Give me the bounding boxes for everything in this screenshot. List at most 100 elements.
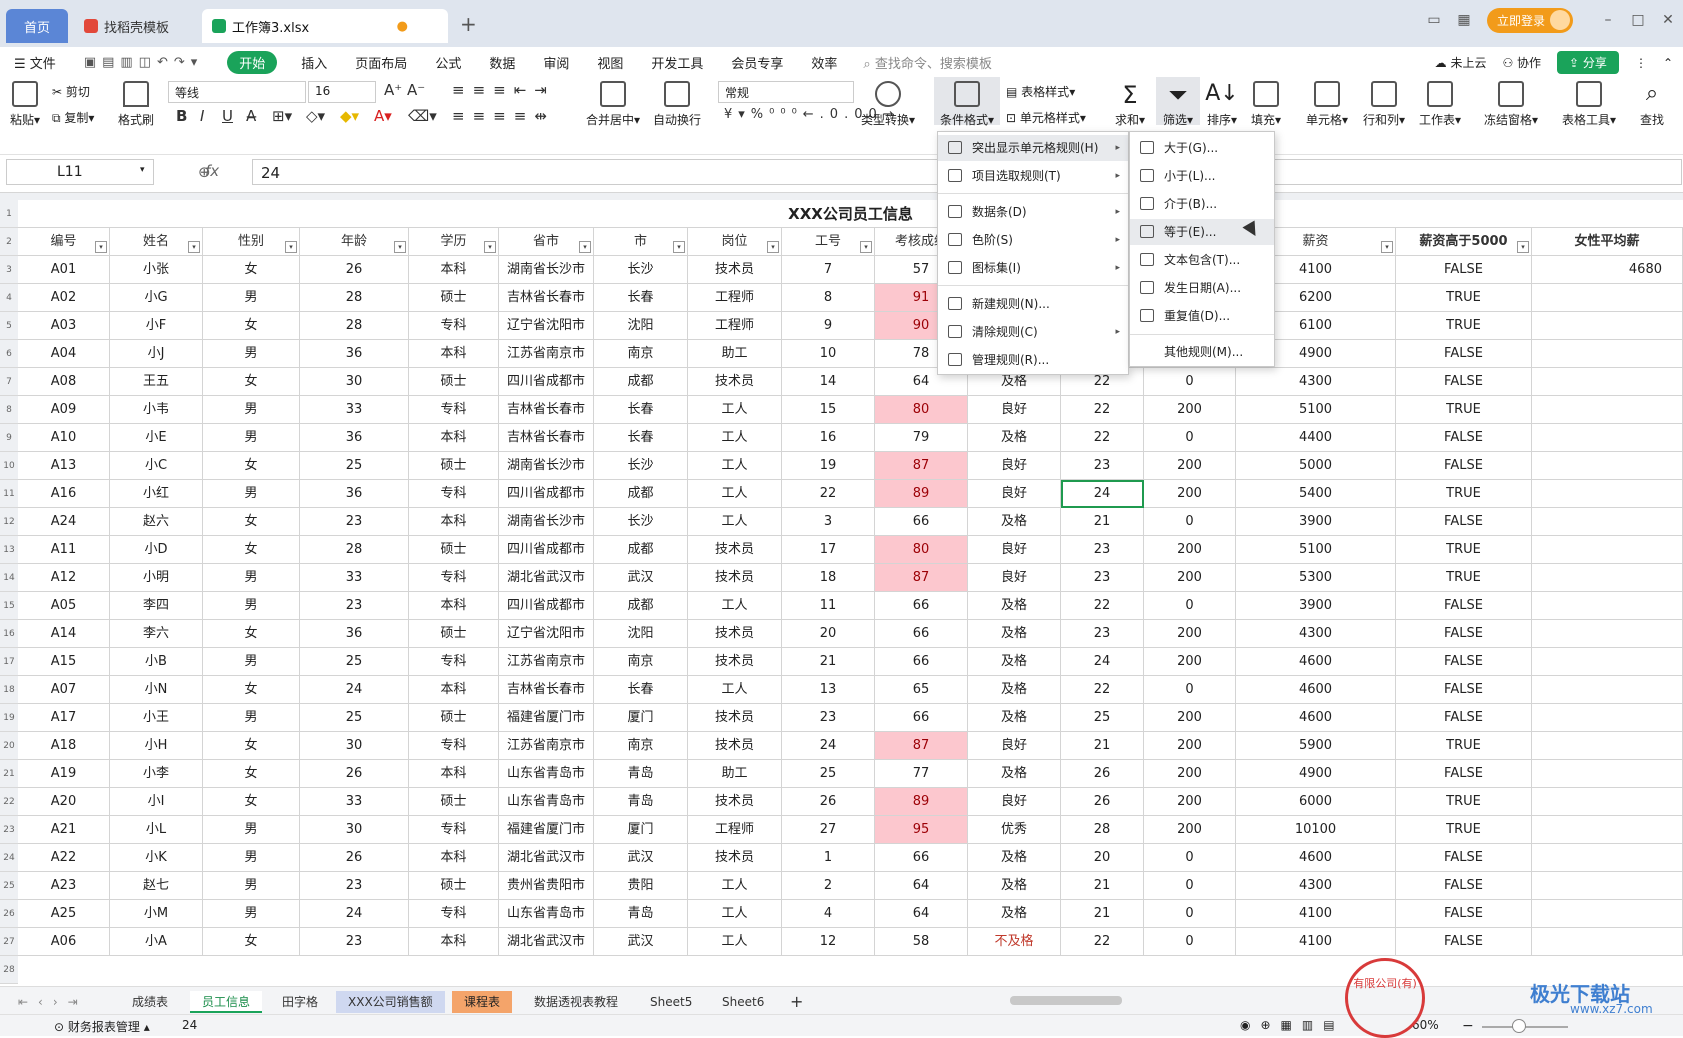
table-cell[interactable]: 66 <box>875 844 968 872</box>
menu-formula[interactable]: 公式 <box>421 53 475 72</box>
table-cell[interactable]: 女 <box>203 732 300 760</box>
menu-color-scales[interactable]: 色阶(S) ▸ <box>938 227 1128 253</box>
tab-home[interactable]: 首页 <box>6 9 68 43</box>
table-cell[interactable]: 4300 <box>1236 620 1396 648</box>
table-cell[interactable]: 11 <box>782 592 875 620</box>
table-cell[interactable]: FALSE <box>1396 872 1532 900</box>
table-cell[interactable]: 专科 <box>409 564 499 592</box>
table-cell[interactable]: 女 <box>203 508 300 536</box>
table-cell[interactable]: 青岛 <box>594 788 688 816</box>
menu-more-rules[interactable]: 其他规则(M)... <box>1130 339 1274 365</box>
menu-date-occurring[interactable]: 发生日期(A)... <box>1130 275 1274 301</box>
table-cell[interactable]: 贵阳 <box>594 872 688 900</box>
table-cell[interactable]: 28 <box>300 284 409 312</box>
table-cell[interactable]: 女 <box>203 928 300 956</box>
row-header[interactable]: 20 <box>0 732 18 760</box>
table-cell[interactable]: 助工 <box>688 340 782 368</box>
table-cell[interactable]: 硕士 <box>409 704 499 732</box>
row-header[interactable]: 23 <box>0 816 18 844</box>
cloud-status[interactable]: ☁ 未上云 <box>1435 54 1487 71</box>
table-cell[interactable]: A12 <box>18 564 110 592</box>
table-cell[interactable]: 23 <box>1061 564 1144 592</box>
table-cell[interactable]: 赵七 <box>110 872 203 900</box>
table-header-cell[interactable]: 年龄 ▾ <box>300 228 409 256</box>
table-cell[interactable]: TRUE <box>1396 788 1532 816</box>
table-cell[interactable]: 21 <box>1061 900 1144 928</box>
name-box[interactable]: L11 <box>6 159 154 185</box>
table-cell[interactable] <box>1532 536 1683 564</box>
table-cell[interactable] <box>1532 340 1683 368</box>
table-cell[interactable]: 工人 <box>688 508 782 536</box>
table-cell[interactable]: 23 <box>300 928 409 956</box>
menu-data[interactable]: 数据 <box>475 53 529 72</box>
font-size-select[interactable]: 16 <box>308 81 376 103</box>
table-cell[interactable]: 4 <box>782 900 875 928</box>
table-cell[interactable]: 长春 <box>594 424 688 452</box>
table-cell[interactable]: 0 <box>1144 844 1236 872</box>
table-cell[interactable]: A18 <box>18 732 110 760</box>
table-cell[interactable]: 66 <box>875 704 968 732</box>
worksheet-button[interactable]: 工作表▾ <box>1414 81 1466 128</box>
table-cell[interactable]: 男 <box>203 844 300 872</box>
zoom-out-icon[interactable]: − <box>1462 1018 1474 1034</box>
table-cell[interactable]: 技术员 <box>688 536 782 564</box>
table-cell[interactable]: 23 <box>300 872 409 900</box>
menu-member[interactable]: 会员专享 <box>717 53 797 72</box>
align-left-icons[interactable]: ≡≡≡≡⇹ <box>452 107 555 125</box>
table-cell[interactable]: A14 <box>18 620 110 648</box>
row-header[interactable]: 8 <box>0 396 18 424</box>
table-cell[interactable]: 23 <box>782 704 875 732</box>
row-col-button[interactable]: 行和列▾ <box>1358 81 1410 128</box>
table-cell[interactable]: 小K <box>110 844 203 872</box>
freeze-panes-button[interactable]: 冻结窗格▾ <box>1478 81 1544 128</box>
table-cell[interactable]: A20 <box>18 788 110 816</box>
table-cell[interactable]: 小F <box>110 312 203 340</box>
row-header[interactable]: 6 <box>0 340 18 368</box>
table-cell[interactable]: 23 <box>1061 452 1144 480</box>
table-cell[interactable]: 36 <box>300 340 409 368</box>
table-cell[interactable]: 四川省成都市 <box>499 592 594 620</box>
table-header-cell[interactable]: 学历 ▾ <box>409 228 499 256</box>
filter-dropdown-icon[interactable]: ▾ <box>95 241 107 253</box>
table-cell[interactable]: 0 <box>1144 900 1236 928</box>
table-cell[interactable]: 专科 <box>409 480 499 508</box>
table-cell[interactable]: 27 <box>782 816 875 844</box>
table-cell[interactable]: 工人 <box>688 872 782 900</box>
more-icon[interactable]: ⋮ <box>1635 56 1647 70</box>
table-cell[interactable]: 30 <box>300 732 409 760</box>
table-cell[interactable]: 男 <box>203 564 300 592</box>
table-cell[interactable]: 4600 <box>1236 648 1396 676</box>
table-cell[interactable]: 及格 <box>968 872 1061 900</box>
table-cell[interactable]: 80 <box>875 396 968 424</box>
table-cell[interactable]: 5100 <box>1236 396 1396 424</box>
font-family-select[interactable]: 等线 <box>168 81 306 103</box>
table-cell[interactable]: 26 <box>782 788 875 816</box>
table-cell[interactable]: 19 <box>782 452 875 480</box>
wrap-text-button[interactable]: 自动换行 <box>648 81 706 128</box>
table-cell[interactable]: FALSE <box>1396 508 1532 536</box>
table-cell[interactable]: 小L <box>110 816 203 844</box>
sheet-tab[interactable]: Sheet6 <box>710 991 776 1013</box>
table-cell[interactable]: 25 <box>782 760 875 788</box>
filter-dropdown-icon[interactable]: ▾ <box>1381 241 1393 253</box>
table-cell[interactable] <box>1532 480 1683 508</box>
table-cell[interactable]: 89 <box>875 788 968 816</box>
filter-dropdown-icon[interactable]: ▾ <box>285 241 297 253</box>
table-cell[interactable]: TRUE <box>1396 536 1532 564</box>
table-cell[interactable]: 男 <box>203 900 300 928</box>
table-cell[interactable]: 湖北省武汉市 <box>499 564 594 592</box>
view-mode-icons[interactable]: ◉⊕▦▥▤ <box>1240 1018 1345 1032</box>
table-cell[interactable]: 0 <box>1144 424 1236 452</box>
menu-manage-rules[interactable]: 管理规则(R)... <box>938 347 1128 373</box>
table-cell[interactable]: 李四 <box>110 592 203 620</box>
table-cell[interactable]: 成都 <box>594 592 688 620</box>
table-cell[interactable]: 小C <box>110 452 203 480</box>
table-cell[interactable] <box>1532 732 1683 760</box>
table-cell[interactable]: 7 <box>782 256 875 284</box>
table-cell[interactable]: 66 <box>875 592 968 620</box>
font-color-icon[interactable]: A▾ <box>374 107 392 125</box>
sheet-nav-arrows[interactable]: ⇤‹›⇥ <box>6 991 100 1013</box>
table-cell[interactable]: 专科 <box>409 816 499 844</box>
table-cell[interactable]: 95 <box>875 816 968 844</box>
table-cell[interactable]: 沈阳 <box>594 620 688 648</box>
